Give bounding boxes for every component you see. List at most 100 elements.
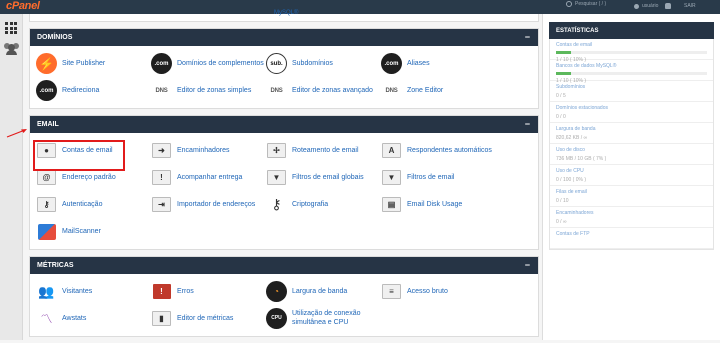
forwarders-link[interactable]: ➜ Encaminhadores xyxy=(151,137,266,164)
track-delivery-link[interactable]: ! Acompanhar entrega xyxy=(151,164,266,191)
section-title: DOMÍNIOS xyxy=(37,34,73,41)
simple-zone-editor-link[interactable]: DNS Editor de zonas simples xyxy=(151,77,266,104)
awstats-icon: 〽 xyxy=(40,312,53,326)
address-importer-link[interactable]: ⇥ Importador de endereços xyxy=(151,191,266,218)
encryption-link[interactable]: ⚷ Criptografia xyxy=(266,191,381,218)
default-address-icon: @ xyxy=(37,170,56,185)
stat-row: Domínios estacionados 0 / 0 xyxy=(550,102,713,123)
usage-bar-fill xyxy=(556,51,572,54)
usage-bar xyxy=(556,72,707,75)
awstats-link[interactable]: 〽 Awstats xyxy=(36,305,151,332)
email-disk-usage-icon: ▤ xyxy=(382,197,401,212)
mysql-link[interactable]: MySQL® xyxy=(274,10,298,16)
default-address-link[interactable]: @ Endereço padrão xyxy=(36,164,151,191)
mailscanner-icon xyxy=(37,223,56,240)
section-header[interactable]: MÉTRICAS − xyxy=(30,257,538,274)
sub-icon: sub. xyxy=(266,53,287,74)
stat-row: Largura de banda 820,62 KB / ∞ xyxy=(550,123,713,144)
visitors-link[interactable]: 👥 Visitantes xyxy=(36,278,151,305)
dns-advanced-icon: DNS xyxy=(270,87,283,94)
collapse-icon[interactable]: − xyxy=(525,261,530,270)
stat-row: Contas de email 1 / 10 ( 10% ) xyxy=(550,39,713,63)
cpu-icon: CPU xyxy=(266,308,287,329)
authentication-link[interactable]: ⚷ Autenticação xyxy=(36,191,151,218)
mailscanner-link[interactable]: MailScanner xyxy=(36,218,151,245)
subdomains-link[interactable]: sub. Subdomínios xyxy=(266,50,381,77)
global-email-filters-link[interactable]: ▼ Filtros de email globais xyxy=(266,164,381,191)
rocket-icon: ⚡ xyxy=(36,53,57,74)
autoresponders-link[interactable]: A Respondentes automáticos xyxy=(381,137,496,164)
dns-simple-icon: DNS xyxy=(155,87,168,94)
cpanel-logo[interactable]: cPanel xyxy=(6,0,40,12)
metrics-editor-icon: ▮ xyxy=(152,311,171,326)
top-bar: cPanel Pesquisar ( / ) usuário SAIR xyxy=(0,0,720,14)
main-content: MySQL® DOMÍNIOS − ⚡ Site Publisher .com … xyxy=(29,10,539,343)
email-disk-usage-link[interactable]: ▤ Email Disk Usage xyxy=(381,191,496,218)
stat-row: Encaminhadores 0 / ∞ xyxy=(550,207,713,228)
user-icon xyxy=(634,3,639,9)
apps-grid-icon[interactable] xyxy=(5,22,17,34)
users-icon[interactable] xyxy=(4,42,19,55)
logout-button[interactable]: SAIR xyxy=(684,3,696,9)
collapse-icon[interactable]: − xyxy=(525,120,530,129)
email-filters-link[interactable]: ▼ Filtros de email xyxy=(381,164,496,191)
com-redirect-icon: .com xyxy=(36,80,57,101)
errors-icon: ! xyxy=(152,284,171,299)
pointer-arrow-icon xyxy=(6,129,27,138)
section-title: EMAIL xyxy=(37,121,59,128)
email-routing-icon: ✢ xyxy=(267,143,286,158)
encryption-key-icon: ⚷ xyxy=(271,196,282,212)
metrics-editor-link[interactable]: ▮ Editor de métricas xyxy=(151,305,266,332)
stats-panel: ESTATÍSTICAS Contas de email 1 / 10 ( 10… xyxy=(542,14,720,340)
bandwidth-icon: ◔ xyxy=(266,281,287,302)
stat-row: Contas de FTP xyxy=(550,228,713,249)
section-header[interactable]: EMAIL − xyxy=(30,116,538,133)
search-box[interactable]: Pesquisar ( / ) xyxy=(566,1,606,7)
authentication-icon: ⚷ xyxy=(37,197,56,212)
user-menu[interactable]: usuário xyxy=(634,3,658,9)
stat-row: Filas de email 0 / 10 xyxy=(550,186,713,207)
redirects-link[interactable]: .com Redireciona xyxy=(36,77,151,104)
com-alias-icon: .com xyxy=(381,53,402,74)
stats-title: ESTATÍSTICAS xyxy=(549,22,714,39)
site-publisher-link[interactable]: ⚡ Site Publisher xyxy=(36,50,151,77)
bandwidth-link[interactable]: ◔ Largura de banda xyxy=(266,278,381,305)
email-routing-link[interactable]: ✢ Roteamento de email xyxy=(266,137,381,164)
aliases-link[interactable]: .com Aliases xyxy=(381,50,496,77)
cpu-usage-link[interactable]: CPU Utilização de conexão simultânea e C… xyxy=(266,305,381,332)
left-sidebar xyxy=(0,14,23,340)
stat-row: Uso de disco 736 MB / 10 GB ( 7% ) xyxy=(550,144,713,165)
zone-editor-link[interactable]: DNS Zone Editor xyxy=(381,77,496,104)
collapse-icon[interactable]: − xyxy=(525,33,530,42)
stat-row: Uso de CPU 0 / 100 ( 0% ) xyxy=(550,165,713,186)
previous-section-tail: MySQL® xyxy=(29,10,539,22)
section-header[interactable]: DOMÍNIOS − xyxy=(30,29,538,46)
stat-row: Subdomínios 0 / 5 xyxy=(550,81,713,102)
raw-access-icon: ≡ xyxy=(382,284,401,299)
bell-icon[interactable] xyxy=(665,3,671,9)
email-section: EMAIL − ● Contas de email ➜ Encaminhador… xyxy=(29,115,539,250)
stat-row: Bancos de dados MySQL® 1 / 10 ( 10% ) xyxy=(550,60,713,84)
advanced-zone-editor-link[interactable]: DNS Editor de zonas avançado xyxy=(266,77,381,104)
search-placeholder: Pesquisar ( / ) xyxy=(575,1,607,7)
raw-access-link[interactable]: ≡ Acesso bruto xyxy=(381,278,496,305)
autoresponder-icon: A xyxy=(382,143,401,158)
domains-section: DOMÍNIOS − ⚡ Site Publisher .com Domínio… xyxy=(29,28,539,109)
dns-zone-icon: DNS xyxy=(385,87,398,94)
errors-link[interactable]: ! Erros xyxy=(151,278,266,305)
section-title: MÉTRICAS xyxy=(37,262,74,269)
email-filters-icon: ▼ xyxy=(382,170,401,185)
user-label: usuário xyxy=(642,3,659,9)
email-accounts-icon: ● xyxy=(37,143,56,158)
usage-bar-fill xyxy=(556,72,572,75)
search-icon xyxy=(566,1,572,7)
usage-bar xyxy=(556,51,707,54)
stats-list: Contas de email 1 / 10 ( 10% ) Bancos de… xyxy=(549,39,714,250)
metrics-section: MÉTRICAS − 👥 Visitantes ! Erros ◔ Largur… xyxy=(29,256,539,337)
visitors-icon: 👥 xyxy=(38,283,55,299)
email-accounts-link[interactable]: ● Contas de email xyxy=(36,137,151,164)
address-importer-icon: ⇥ xyxy=(152,197,171,212)
track-delivery-icon: ! xyxy=(152,170,171,185)
addon-domains-link[interactable]: .com Domínios de complementos xyxy=(151,50,266,77)
com-add-icon: .com xyxy=(151,53,172,74)
